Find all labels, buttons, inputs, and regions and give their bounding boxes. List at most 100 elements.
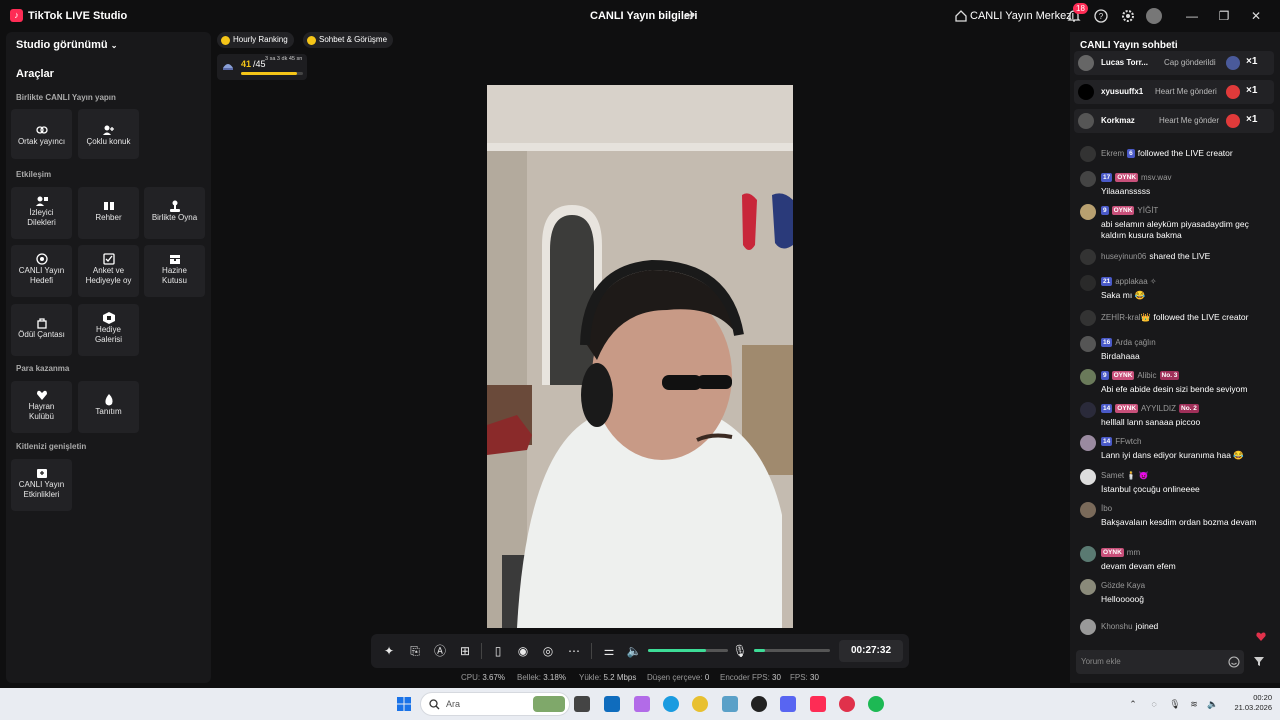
translate-icon[interactable]: ⎘ — [407, 643, 423, 659]
users-icon — [102, 125, 114, 135]
live-timer: 00:27:32 — [839, 640, 903, 662]
more-icon[interactable]: ⋯ — [566, 643, 582, 659]
close-button[interactable]: ✕ — [1244, 6, 1268, 26]
tool-live-events[interactable]: CANLI Yayın Etkinlikleri — [11, 459, 72, 511]
treasure-box-icon — [169, 255, 180, 264]
hourly-ranking-pill[interactable]: Hourly Ranking — [217, 32, 294, 48]
steam-icon[interactable] — [751, 696, 767, 712]
tiktok-icon[interactable] — [810, 696, 826, 712]
tool-multiguest[interactable]: Çoklu konuk — [78, 109, 139, 159]
gear-icon[interactable] — [1120, 8, 1136, 24]
phone-icon[interactable]: ▯ — [490, 643, 506, 659]
ranking-card[interactable]: 41 /45 3 sa 3 dk 45 sn — [217, 54, 307, 80]
tool-guide[interactable]: Rehber — [78, 187, 139, 239]
live-center-link[interactable]: CANLI Yayın Merkezi — [970, 10, 1074, 22]
help-icon[interactable]: ? — [1093, 8, 1109, 24]
tool-cohost[interactable]: Ortak yayıncı — [11, 109, 72, 159]
camera-icon[interactable]: ◎ — [540, 643, 556, 659]
tiktok-live-studio-icon[interactable] — [839, 696, 855, 712]
chat-message: Gözde Kaya Helloooooğ — [1080, 579, 1270, 607]
level-badge: 16 — [1101, 338, 1113, 347]
comment-placeholder: Yorum ekle — [1081, 657, 1121, 666]
chat-message: 21 applakaa ✧ Saka mı 😂 — [1080, 275, 1270, 303]
microphone-icon[interactable]: 🎙 — [732, 643, 748, 659]
chevron-up-icon[interactable]: ⌃ — [1127, 698, 1139, 710]
tool-viewer-requests[interactable]: İzleyici Dilekleri — [11, 187, 72, 239]
chat-text: Saka mı 😂 — [1101, 290, 1146, 300]
home-icon[interactable] — [953, 8, 969, 24]
gift-text: Heart Me gönder — [1159, 116, 1220, 125]
avatar — [1080, 171, 1096, 187]
tool-play-together[interactable]: Birlikte Oyna — [144, 187, 205, 239]
windows-start-icon[interactable] — [396, 696, 412, 712]
live-video-preview[interactable] — [487, 85, 793, 628]
stat-value: 3.67% — [482, 673, 506, 682]
avatar[interactable] — [1146, 8, 1162, 24]
heart-gift-icon — [1226, 85, 1240, 99]
magic-wand-icon[interactable]: ✦ — [381, 643, 397, 659]
chat-message: 9 OYNK Alibic No. 3 Abi efe abide desin siz… — [1080, 369, 1270, 397]
task-view-icon[interactable] — [574, 696, 590, 712]
avatar — [1078, 55, 1094, 71]
tool-fan-club[interactable]: Hayran Kulübü — [11, 381, 72, 433]
follow-icon — [1080, 310, 1096, 326]
chat-text: devam devam efem — [1101, 561, 1176, 571]
chevron-down-icon: ⌄ — [110, 41, 118, 50]
maximize-button[interactable]: ❐ — [1212, 6, 1236, 26]
minimize-button[interactable]: — — [1180, 6, 1204, 26]
rank-cap-icon — [223, 64, 233, 70]
taskbar-search[interactable]: Ara — [420, 692, 570, 716]
volume-slider[interactable] — [648, 649, 728, 652]
tool-label: Birlikte Oyna — [151, 213, 198, 222]
share-icon[interactable] — [682, 8, 696, 22]
tool-promote[interactable]: Tanıtım — [78, 381, 139, 433]
chat-text: Bakşavalaın kesdim ordan bozma devam — [1101, 517, 1257, 527]
filter-icon[interactable] — [1253, 655, 1265, 667]
ai-icon[interactable]: Ⓐ — [432, 643, 448, 659]
spotify-icon[interactable] — [868, 696, 884, 712]
comment-input[interactable]: Yorum ekle — [1076, 650, 1244, 674]
studio-view-dropdown[interactable]: Studio görünümü ⌄ — [16, 39, 117, 51]
stat-value: 3.18% — [543, 673, 566, 682]
settings-app-icon[interactable] — [722, 696, 738, 712]
copilot-icon[interactable] — [634, 696, 650, 712]
edge-icon[interactable] — [663, 696, 679, 712]
clock-date: 21.03.2026 — [1234, 703, 1272, 712]
gift-user: xyusuuffx1 — [1101, 87, 1144, 96]
emoji-icon[interactable] — [1228, 656, 1240, 668]
fps-stat: FPS: 30 — [790, 673, 819, 682]
add-source-icon[interactable]: ⊞ — [457, 643, 473, 659]
chat-message: 9 OYNK YİĞİT abi selamın aleyküm piyasaday… — [1080, 204, 1270, 244]
chrome-icon[interactable] — [692, 696, 708, 712]
speaker-icon[interactable]: 🔈 — [626, 643, 642, 659]
clock-time: 00:20 — [1253, 693, 1272, 702]
mic-slider[interactable] — [754, 649, 830, 652]
volume-fill — [648, 649, 706, 652]
volume-tray-icon[interactable]: 🔈 — [1207, 698, 1219, 710]
mixer-icon[interactable]: ⚌ — [601, 643, 617, 659]
outlook-icon[interactable] — [604, 696, 620, 712]
microphone-tray-icon[interactable]: 🎙 — [1169, 698, 1181, 710]
avatar — [1080, 502, 1096, 518]
chat-message: İbo Bakşavalaın kesdim ordan bozma devam — [1080, 502, 1270, 542]
tool-gift-gallery[interactable]: Hediye Galerisi — [78, 304, 139, 356]
upload-stat: Yükle: 5.2 Mbps — [579, 673, 636, 682]
tool-poll[interactable]: Anket ve Hediyeyle oy — [78, 245, 139, 297]
gift-multiplier: ×1 — [1246, 56, 1258, 67]
tool-label: CANLI Yayın Hedefi — [18, 266, 65, 285]
chat-message: 16 Arda çağlın Birdahaaa — [1080, 336, 1270, 364]
chat-meet-pill[interactable]: Sohbet & Görüşme — [303, 32, 394, 48]
network-icon[interactable]: ◌ — [1148, 698, 1160, 710]
rank-timer: 3 sa 3 dk 45 sn — [265, 56, 303, 62]
wifi-icon[interactable]: ≋ — [1188, 698, 1200, 710]
tool-treasure[interactable]: Hazine Kutusu — [144, 245, 205, 297]
bag-icon — [36, 318, 47, 329]
tool-live-goal[interactable]: CANLI Yayın Hedefi — [11, 245, 72, 297]
system-clock[interactable]: 00:20 21.03.2026 — [1228, 693, 1272, 713]
tool-reward-bag[interactable]: Ödül Çantası — [11, 304, 72, 356]
follow-icon — [1080, 146, 1096, 162]
gift-multiplier: ×1 — [1246, 85, 1258, 96]
level-badge: 14 — [1101, 404, 1113, 413]
discord-icon[interactable] — [780, 696, 796, 712]
record-icon[interactable]: ◉ — [515, 643, 531, 659]
